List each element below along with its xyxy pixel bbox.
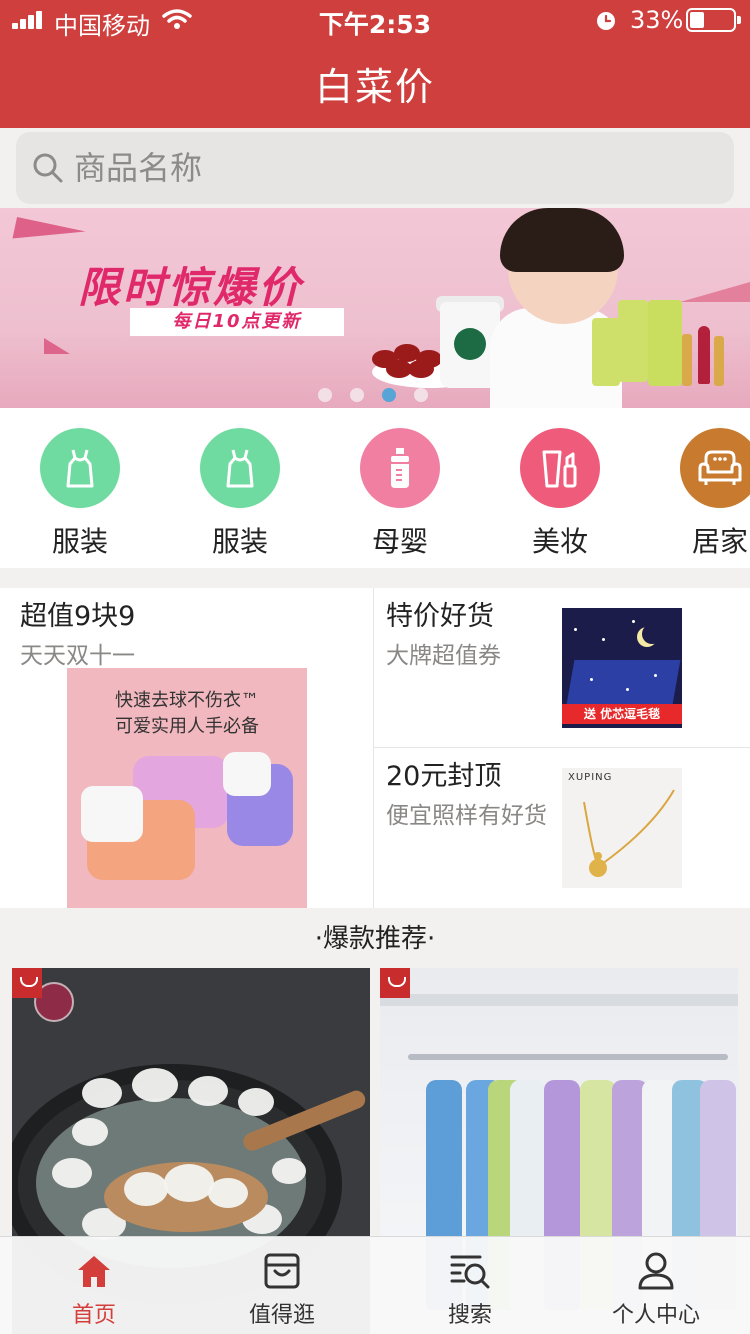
image-caption: 快速去球不伤衣™: [115, 690, 259, 711]
promo-subtitle: 便宜照样有好货: [386, 803, 547, 829]
status-bar: 中国移动 下午2:53 33%: [0, 0, 750, 40]
banner-bottle-image: [618, 300, 648, 382]
home-icon: [78, 1256, 110, 1287]
page-title: 白菜价: [314, 65, 435, 109]
banner-cup-logo: [454, 328, 486, 360]
necklace-shape: [583, 789, 675, 877]
promo-necklace-image: XUPING: [562, 768, 682, 888]
battery-icon: [686, 8, 741, 32]
category-circle: [40, 428, 120, 508]
carousel-dot[interactable]: [414, 388, 428, 402]
promo-lint-remover-image: 快速去球不伤衣™ 可爱实用人手必备: [67, 668, 307, 908]
banner-subtitle: 每日10点更新: [130, 308, 344, 336]
baby-bottle-icon: [391, 448, 409, 488]
banner-bottle-image: [648, 300, 682, 386]
banner-lipstick-image: [698, 326, 710, 384]
promo-title: 超值9块9: [20, 601, 136, 632]
dress-icon: [226, 449, 254, 488]
shopping-bag-icon: [264, 1253, 300, 1289]
decor-shape: [44, 338, 70, 354]
promo-banner[interactable]: 限时惊爆价 每日10点更新: [0, 208, 750, 408]
cosmetics-icon: [542, 450, 577, 488]
category-item-clothing[interactable]: 服装: [20, 428, 140, 568]
category-circle: [360, 428, 440, 508]
search-input[interactable]: [74, 142, 714, 194]
promo-grid: 超值9块9 天天双十一 快速去球不伤衣™ 可爱实用人手必备 特价好货 大牌超值券…: [0, 588, 750, 908]
section-title: ·爆款推荐·: [314, 924, 436, 954]
banner-title: 限时惊爆价: [78, 263, 304, 312]
tab-profile[interactable]: 个人中心: [562, 1237, 750, 1334]
tab-label: 个人中心: [611, 1303, 700, 1328]
banner-lipstick-image: [714, 336, 724, 386]
tab-label: 首页: [71, 1303, 116, 1328]
closet-rail: [408, 1054, 728, 1060]
category-label: 服装: [211, 525, 268, 558]
divider: [374, 747, 750, 748]
carousel-dot[interactable]: [350, 388, 364, 402]
image-caption: 可爱实用人手必备: [115, 716, 259, 737]
tab-label: 搜索: [447, 1303, 492, 1328]
category-row: 服装 服装 母婴 美妆 居家: [0, 408, 750, 568]
category-label: 居家: [691, 525, 748, 558]
closet-shelf: [380, 994, 738, 1006]
tmall-badge-icon: [12, 968, 42, 998]
carousel-dot[interactable]: [318, 388, 332, 402]
promo-title: 20元封顶: [386, 761, 502, 792]
banner-bottle-image: [592, 318, 620, 386]
category-item-home[interactable]: 居家: [660, 428, 750, 568]
promo-bedding-image: 送 优芯逗毛毯: [562, 608, 682, 728]
tmall-badge-icon: [380, 968, 410, 998]
tab-search[interactable]: 搜索: [376, 1237, 564, 1334]
category-circle: [200, 428, 280, 508]
decor-shape: [12, 216, 86, 254]
tab-label: 值得逛: [248, 1303, 315, 1328]
category-label: 服装: [51, 525, 108, 558]
battery-percent: 33%: [630, 6, 684, 34]
product-shape: [81, 786, 195, 880]
divider: [373, 588, 374, 908]
category-item-cosmetics[interactable]: 美妆: [500, 428, 620, 568]
image-brand: XUPING: [568, 772, 613, 783]
tab-home[interactable]: 首页: [0, 1237, 188, 1334]
alarm-icon: [597, 12, 615, 30]
user-icon: [638, 1252, 674, 1290]
tab-worth-browsing[interactable]: 值得逛: [188, 1237, 376, 1334]
promo-subtitle: 大牌超值券: [386, 643, 501, 669]
promo-subtitle: 天天双十一: [20, 643, 135, 669]
category-item-clothing[interactable]: 服装: [180, 428, 300, 568]
category-item-baby[interactable]: 母婴: [340, 428, 460, 568]
promo-title: 特价好货: [386, 601, 494, 632]
sofa-icon: [698, 450, 742, 485]
banner-lipstick-image: [682, 334, 692, 386]
bottom-tab-bar: 首页 值得逛 搜索 个人中心: [0, 1236, 750, 1334]
category-label: 母婴: [371, 525, 428, 558]
product-shape: [223, 752, 293, 846]
carousel-dot[interactable]: [382, 388, 396, 402]
banner-model-hair: [500, 208, 624, 272]
search-bar[interactable]: [16, 132, 734, 204]
dress-icon: [66, 449, 94, 488]
search-list-icon: [450, 1255, 490, 1289]
header-bar: 中国移动 下午2:53 33% 白菜价: [0, 0, 750, 128]
category-label: 美妆: [531, 525, 588, 558]
decor-shape: [680, 282, 750, 302]
carousel-dots[interactable]: [318, 388, 438, 404]
category-circle: [680, 428, 750, 508]
category-circle: [520, 428, 600, 508]
image-tag: 送 优芯逗毛毯: [562, 704, 682, 724]
search-icon: [33, 153, 63, 183]
banner-dates-image: [372, 336, 446, 378]
